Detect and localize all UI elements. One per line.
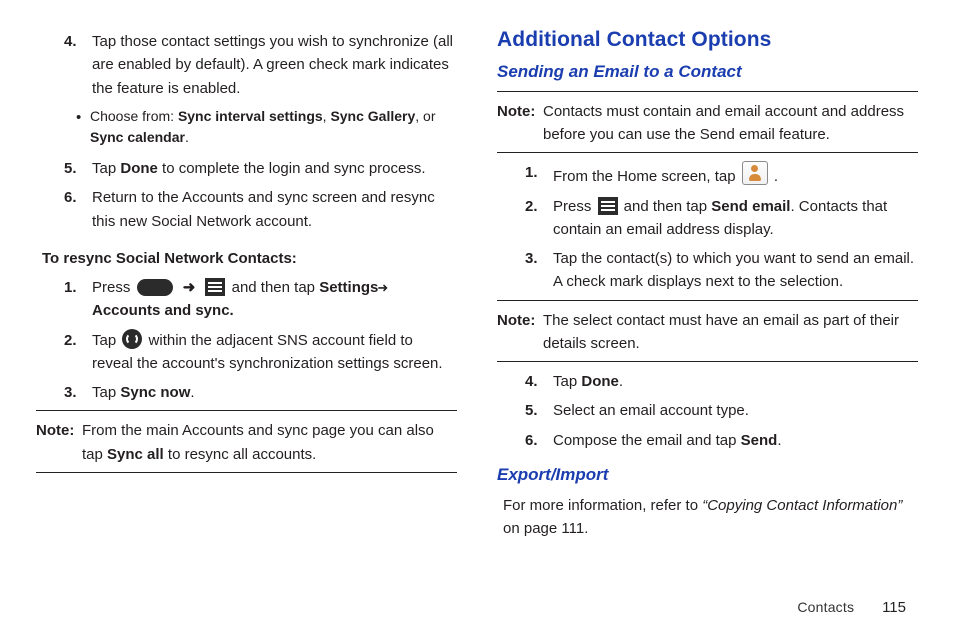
left-column: 4. Tap those contact settings you wish t… bbox=[36, 24, 457, 588]
rstep4-text: Tap Done. bbox=[553, 370, 918, 393]
footer-section-name: Contacts bbox=[797, 599, 854, 615]
menu-icon bbox=[205, 278, 225, 296]
step-number: 5. bbox=[525, 399, 553, 422]
rstep1-text: From the Home screen, tap . bbox=[553, 161, 918, 188]
step-number: 3. bbox=[64, 381, 92, 404]
resync3-text: Tap Sync now. bbox=[92, 381, 457, 404]
step5-text: Tap Done to complete the login and sync … bbox=[92, 157, 457, 180]
rstep3-text: Tap the contact(s) to which you want to … bbox=[553, 247, 918, 294]
divider bbox=[497, 91, 918, 92]
sync-steps-continued: 4. Tap those contact settings you wish t… bbox=[36, 30, 457, 233]
arrow-small-icon: ➜ bbox=[377, 280, 388, 295]
email-steps-1: 1. From the Home screen, tap . 2. Press … bbox=[497, 161, 918, 293]
subsection-heading-export: Export/Import bbox=[497, 462, 918, 488]
step6-text: Return to the Accounts and sync screen a… bbox=[92, 186, 457, 233]
sync-icon bbox=[122, 329, 142, 349]
subsection-heading: Sending an Email to a Contact bbox=[497, 59, 918, 85]
step-number: 2. bbox=[64, 329, 92, 352]
step-number: 6. bbox=[525, 429, 553, 452]
menu-icon bbox=[598, 197, 618, 215]
resync2-text: Tap within the adjacent SNS account fiel… bbox=[92, 329, 457, 376]
email-steps-2: 4. Tap Done. 5. Select an email account … bbox=[497, 370, 918, 452]
step-number: 1. bbox=[64, 276, 92, 299]
rstep2-text: Press and then tap Send email. Contacts … bbox=[553, 195, 918, 242]
divider bbox=[497, 152, 918, 153]
contacts-app-icon bbox=[742, 161, 768, 185]
section-heading: Additional Contact Options bbox=[497, 24, 918, 57]
page-footer: Contacts 115 bbox=[0, 596, 954, 635]
resync1-text: Press ➜ and then tap Settings➜ Accounts … bbox=[92, 276, 457, 323]
right-column: Additional Contact Options Sending an Em… bbox=[497, 24, 918, 588]
resync-heading: To resync Social Network Contacts: bbox=[42, 247, 457, 270]
step-number: 4. bbox=[525, 370, 553, 393]
step-number: 2. bbox=[525, 195, 553, 218]
resync-steps: 1. Press ➜ and then tap Settings➜ Accoun… bbox=[36, 276, 457, 404]
rstep6-text: Compose the email and tap Send. bbox=[553, 429, 918, 452]
cross-reference: “Copying Contact Information” bbox=[702, 497, 902, 514]
step-number: 6. bbox=[64, 186, 92, 209]
step-number: 3. bbox=[525, 247, 553, 270]
step4-bullet: • Choose from: Sync interval settings, S… bbox=[64, 106, 457, 149]
export-text: For more information, refer to “Copying … bbox=[497, 494, 918, 541]
step-number: 1. bbox=[525, 161, 553, 184]
right-note-2: Note: The select contact must have an em… bbox=[497, 309, 918, 356]
divider bbox=[497, 361, 918, 362]
home-button-icon bbox=[137, 279, 173, 296]
left-note: Note: From the main Accounts and sync pa… bbox=[36, 419, 457, 466]
right-note-1: Note: Contacts must contain and email ac… bbox=[497, 100, 918, 147]
step4-text: Tap those contact settings you wish to s… bbox=[92, 30, 457, 100]
step-number: 4. bbox=[64, 30, 92, 53]
divider bbox=[36, 472, 457, 473]
arrow-icon: ➜ bbox=[183, 276, 196, 299]
footer-page-number: 115 bbox=[882, 599, 906, 616]
divider bbox=[36, 410, 457, 411]
rstep5-text: Select an email account type. bbox=[553, 399, 918, 422]
page-body: 4. Tap those contact settings you wish t… bbox=[0, 0, 954, 596]
divider bbox=[497, 300, 918, 301]
step-number: 5. bbox=[64, 157, 92, 180]
